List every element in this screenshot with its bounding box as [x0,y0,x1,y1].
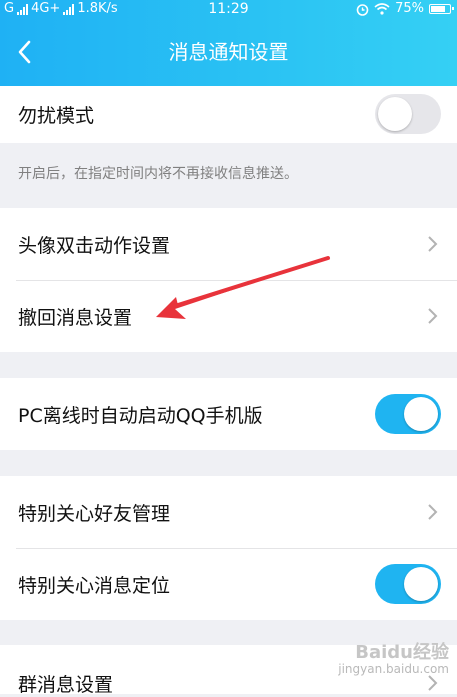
toggle-knob [404,567,438,601]
group-messages-label: 群消息设置 [18,674,114,696]
section-special-care: 特别关心好友管理 特别关心消息定位 [0,476,457,620]
dnd-label: 勿扰模式 [18,105,95,127]
avatar-doubletap-label: 头像双击动作设置 [18,235,171,257]
toggle-knob [404,397,438,431]
row-dnd: 勿扰模式 [0,86,457,143]
row-pc-offline: PC离线时自动启动QQ手机版 [0,378,457,450]
row-special-care-friends[interactable]: 特别关心好友管理 [0,476,457,548]
dnd-hint: 开启后，在指定时间内将不再接收信息推送。 [18,166,298,182]
chevron-right-icon [428,308,438,324]
row-avatar-doubletap[interactable]: 头像双击动作设置 [0,208,457,280]
row-special-care-locate: 特别关心消息定位 [0,549,457,620]
battery-percent: 75% [395,1,424,16]
battery-icon [429,4,454,14]
pc-offline-label: PC离线时自动启动QQ手机版 [18,405,263,427]
app-header: G 4G+ 1.8K/s 11:29 75% 消息通知设置 [0,0,457,86]
row-recall-settings[interactable]: 撤回消息设置 [0,281,457,352]
watermark-logo: Baidu经验 [355,642,449,663]
status-bar: G 4G+ 1.8K/s 11:29 75% [0,0,457,18]
chevron-right-icon [428,236,438,252]
special-care-friends-label: 特别关心好友管理 [18,503,171,525]
toggle-knob [378,97,412,131]
dnd-toggle[interactable] [375,94,441,134]
alarm-icon [356,3,369,16]
status-right: 75% [356,0,454,18]
chevron-right-icon [428,504,438,520]
page-title: 消息通知设置 [168,40,289,64]
recall-settings-label: 撤回消息设置 [18,307,133,329]
section-avatar-recall: 头像双击动作设置 撤回消息设置 [0,208,457,352]
watermark: Baidu经验 jingyan.baidu.com [338,642,449,677]
pc-offline-toggle[interactable] [375,394,441,434]
special-care-locate-toggle[interactable] [375,564,441,604]
special-care-locate-label: 特别关心消息定位 [18,575,171,597]
wifi-icon [374,3,390,15]
watermark-url: jingyan.baidu.com [338,662,449,676]
